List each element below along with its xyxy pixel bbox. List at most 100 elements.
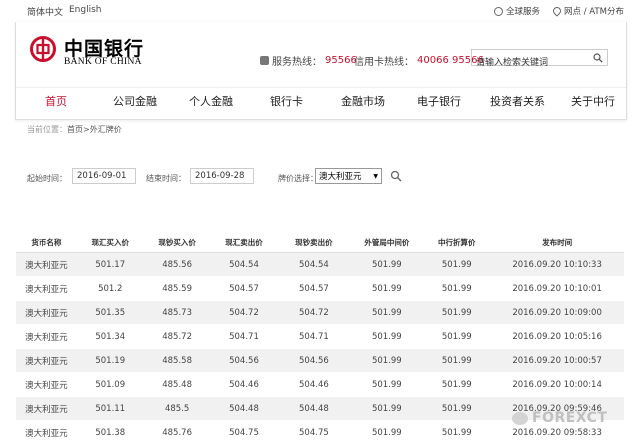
table-cell: 504.48 xyxy=(210,396,278,421)
table-cell: 2016.09.20 10:00:57 xyxy=(490,348,624,373)
table-cell: 501.99 xyxy=(350,420,424,445)
nav-item-investor[interactable]: 投资者关系 xyxy=(490,93,545,109)
table-cell: 485.56 xyxy=(143,252,211,277)
table-cell: 501.99 xyxy=(423,420,491,445)
column-header: 现汇买入价 xyxy=(76,233,144,253)
column-header: 现钞买入价 xyxy=(143,233,211,253)
nav-item-markets[interactable]: 金融市场 xyxy=(341,93,385,109)
top-bar: 简体中文 English 全球服务 网点 / ATM分布 xyxy=(0,0,640,20)
table-cell: 501.99 xyxy=(350,252,424,277)
table-header-row: 货币名称 现汇买入价 现钞买入价 现汇卖出价 现钞卖出价 外管局中间价 中行折算价 发布时间 xyxy=(16,233,624,253)
table-cell: 501.99 xyxy=(423,276,491,301)
lang-chinese-link[interactable]: 简体中文 xyxy=(27,5,63,18)
watermark: FOREXCT xyxy=(512,410,607,426)
table-cell: 501.99 xyxy=(423,252,491,277)
table-cell: 504.46 xyxy=(277,372,351,397)
global-services-label: 全球服务 xyxy=(506,7,541,17)
nav-item-corporate[interactable]: 公司金融 xyxy=(113,93,157,109)
table-cell: 501.34 xyxy=(76,324,144,349)
bank-logo-icon[interactable] xyxy=(30,36,56,62)
table-cell: 2016.09.20 10:00:14 xyxy=(490,372,624,397)
table-cell: 501.17 xyxy=(76,252,144,277)
breadcrumb-path[interactable]: 首页>外汇牌价 xyxy=(67,125,122,134)
table-cell: 501.2 xyxy=(76,276,144,301)
table-cell: 504.57 xyxy=(210,276,278,301)
table-cell: 2016.09.20 10:05:16 xyxy=(490,324,624,349)
table-row: 澳大利亚元 501.2 485.59 504.57 504.57 501.99 501.99… xyxy=(16,276,624,301)
table-row: 澳大利亚元 501.34 485.72 504.71 504.71 501.99 501.9… xyxy=(16,324,624,349)
logo-english-text: BANK OF CHINA xyxy=(64,57,142,67)
table-cell: 504.46 xyxy=(210,372,278,397)
search-icon[interactable] xyxy=(593,53,603,63)
phone-icon xyxy=(260,56,269,65)
table-cell: 485.48 xyxy=(143,372,211,397)
table-cell: 501.99 xyxy=(423,348,491,373)
table-row: 澳大利亚元 501.09 485.48 504.46 504.46 501.99 501.9… xyxy=(16,372,624,397)
main-nav: 首页 公司金融 个人金融 银行卡 金融市场 电子银行 投资者关系 关于中行 xyxy=(16,87,626,108)
start-date-field[interactable]: 2016-09-01 xyxy=(72,168,136,184)
currency-label: 牌价选择： xyxy=(278,174,318,183)
service-hotline: 服务热线： 95566 xyxy=(260,53,357,68)
start-date-label: 起始时间： xyxy=(27,174,67,183)
table-cell: 504.72 xyxy=(277,300,351,325)
nav-item-home[interactable]: 首页 xyxy=(45,93,67,109)
table-cell: 485.72 xyxy=(143,324,211,349)
table-cell: 501.19 xyxy=(76,348,144,373)
nav-item-about[interactable]: 关于中行 xyxy=(571,93,615,109)
column-header: 发布时间 xyxy=(490,233,624,253)
column-header: 现钞卖出价 xyxy=(277,233,351,253)
search-input[interactable] xyxy=(472,56,590,70)
table-cell: 504.72 xyxy=(210,300,278,325)
table-cell: 501.38 xyxy=(76,420,144,445)
currency-select[interactable]: 澳大利亚元 ▼ xyxy=(315,168,382,184)
chevron-down-icon: ▼ xyxy=(373,172,378,180)
service-hotline-number: 95566 xyxy=(325,55,357,66)
global-services-link[interactable]: 全球服务 xyxy=(494,5,540,17)
end-date-label: 结束时间： xyxy=(146,174,186,183)
breadcrumb: 当前位置：首页>外汇牌价 xyxy=(27,124,122,135)
table-cell: 504.54 xyxy=(210,252,278,277)
table-cell: 501.99 xyxy=(423,324,491,349)
end-date-field[interactable]: 2016-09-28 xyxy=(190,168,254,184)
table-cell: 澳大利亚元 xyxy=(16,300,77,325)
table-cell: 501.99 xyxy=(350,276,424,301)
table-cell: 501.99 xyxy=(423,300,491,325)
nav-item-cards[interactable]: 银行卡 xyxy=(270,93,303,109)
outlets-label: 网点 / ATM分布 xyxy=(564,7,624,17)
nav-item-ebanking[interactable]: 电子银行 xyxy=(417,93,461,109)
table-cell: 501.35 xyxy=(76,300,144,325)
outlets-link[interactable]: 网点 / ATM分布 xyxy=(551,5,624,17)
service-hotline-label: 服务热线： xyxy=(272,57,322,68)
table-cell: 504.71 xyxy=(277,324,351,349)
globe-icon xyxy=(494,6,503,16)
table-cell: 2016.09.20 10:09:00 xyxy=(490,300,624,325)
credit-hotline-label: 信用卡热线： xyxy=(354,57,414,68)
site-header: 中国银行 BANK OF CHINA 服务热线： 95566 信用卡热线： 40… xyxy=(15,22,627,120)
table-cell: 504.48 xyxy=(277,396,351,421)
credit-hotline: 信用卡热线： 40066 95566 xyxy=(354,53,484,68)
table-cell: 485.76 xyxy=(143,420,211,445)
table-row: 澳大利亚元 501.17 485.56 504.54 504.54 501.99 501.9… xyxy=(16,252,624,277)
table-cell: 501.09 xyxy=(76,372,144,397)
currency-select-value: 澳大利亚元 xyxy=(319,172,362,182)
table-cell: 501.99 xyxy=(350,372,424,397)
table-cell: 504.75 xyxy=(210,420,278,445)
table-cell: 485.58 xyxy=(143,348,211,373)
watermark-text: FOREXCT xyxy=(532,410,608,426)
table-cell: 504.56 xyxy=(210,348,278,373)
search-icon[interactable] xyxy=(390,170,402,182)
nav-item-personal[interactable]: 个人金融 xyxy=(189,93,233,109)
table-cell: 澳大利亚元 xyxy=(16,348,77,373)
table-row: 澳大利亚元 501.19 485.58 504.56 504.56 501.99 501.9… xyxy=(16,348,624,373)
column-header: 中行折算价 xyxy=(423,233,491,253)
column-header: 外管局中间价 xyxy=(350,233,424,253)
site-search xyxy=(471,49,608,70)
wechat-icon xyxy=(512,411,528,425)
table-cell: 澳大利亚元 xyxy=(16,396,77,421)
table-cell: 485.73 xyxy=(143,300,211,325)
location-pin-icon xyxy=(551,5,563,17)
table-cell: 501.99 xyxy=(423,396,491,421)
table-cell: 澳大利亚元 xyxy=(16,420,77,445)
lang-english-link[interactable]: English xyxy=(69,5,102,15)
table-cell: 501.99 xyxy=(423,372,491,397)
